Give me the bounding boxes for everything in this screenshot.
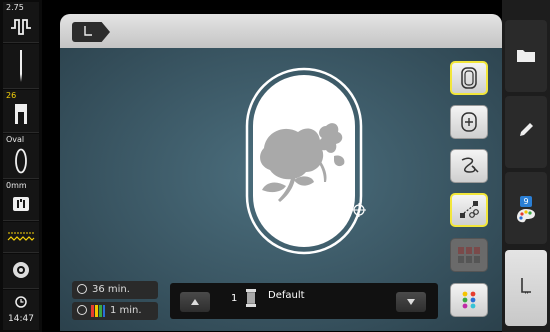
center-design-button[interactable] [450, 105, 488, 139]
needle-small-icon [84, 26, 92, 36]
offset-tile[interactable]: 0mm [3, 180, 39, 221]
hoop-tile[interactable]: Oval [3, 134, 39, 179]
oval-hoop-icon [15, 148, 27, 174]
arrow-up-icon [191, 299, 199, 305]
bobbin-icon [13, 262, 29, 278]
color-time-display: 1 min. [72, 302, 158, 320]
clock-time: 14:47 [8, 314, 34, 324]
stitch-pattern-icon [11, 19, 31, 35]
color-name: Default [268, 290, 305, 301]
center-hoop-icon [461, 112, 477, 132]
bobbin-tile[interactable] [3, 254, 39, 289]
needle-embroider-icon [521, 278, 531, 294]
hoop-icon [461, 67, 477, 89]
total-time: 36 min. [92, 284, 130, 295]
spool-icon [246, 289, 256, 307]
clock-small-icon-2 [77, 305, 87, 315]
presser-foot-icon [15, 104, 27, 124]
total-time-display: 36 min. [72, 281, 158, 299]
pencil-icon [520, 123, 533, 136]
color-count-badge: 9 [520, 196, 532, 207]
trace-icon [461, 157, 479, 173]
color-time: 1 min. [110, 305, 142, 316]
clock-small-icon [77, 284, 87, 294]
color-palette-button[interactable]: 9 [505, 172, 547, 244]
thread-colors-icon [91, 305, 105, 317]
clock-icon [15, 296, 27, 308]
thread-tension-tile[interactable] [3, 222, 39, 253]
stitch-width-tile[interactable]: 2.75 [3, 2, 39, 43]
folder-icon [517, 50, 535, 62]
color-number: 1 [231, 293, 238, 304]
edit-button[interactable] [505, 96, 547, 168]
row-count-value: 26 [6, 91, 17, 100]
rose-motif[interactable] [256, 120, 356, 205]
needle-tile[interactable] [3, 44, 39, 89]
crosshair-icon[interactable] [352, 203, 366, 217]
color-dots-icon [462, 291, 476, 309]
color-resequence-button [450, 238, 488, 272]
hoop-select-button[interactable] [450, 61, 488, 95]
stitch-width-value: 2.75 [6, 3, 24, 12]
jump-stitch-cut-button[interactable] [450, 193, 488, 227]
offset-label: 0mm [6, 181, 27, 190]
zigzag-stitch-icon [7, 232, 35, 241]
needle-icon [20, 50, 22, 82]
arrow-down-icon [407, 299, 415, 305]
stitch-out-button[interactable] [505, 250, 547, 326]
stitch-plate-icon [13, 197, 29, 211]
file-button[interactable] [505, 20, 547, 92]
trace-outline-button[interactable] [450, 149, 488, 183]
next-color-button[interactable] [396, 292, 426, 312]
palette-icon [517, 209, 535, 223]
presser-foot-tile[interactable]: 26 [3, 90, 39, 133]
hoop-label: Oval [6, 135, 25, 144]
previous-color-button[interactable] [180, 292, 210, 312]
cut-jump-icon [460, 201, 479, 218]
clock-tile: 14:47 [3, 290, 39, 330]
color-info-button[interactable] [450, 283, 488, 317]
top-bar [60, 14, 502, 48]
color-blocks-icon [458, 247, 480, 263]
